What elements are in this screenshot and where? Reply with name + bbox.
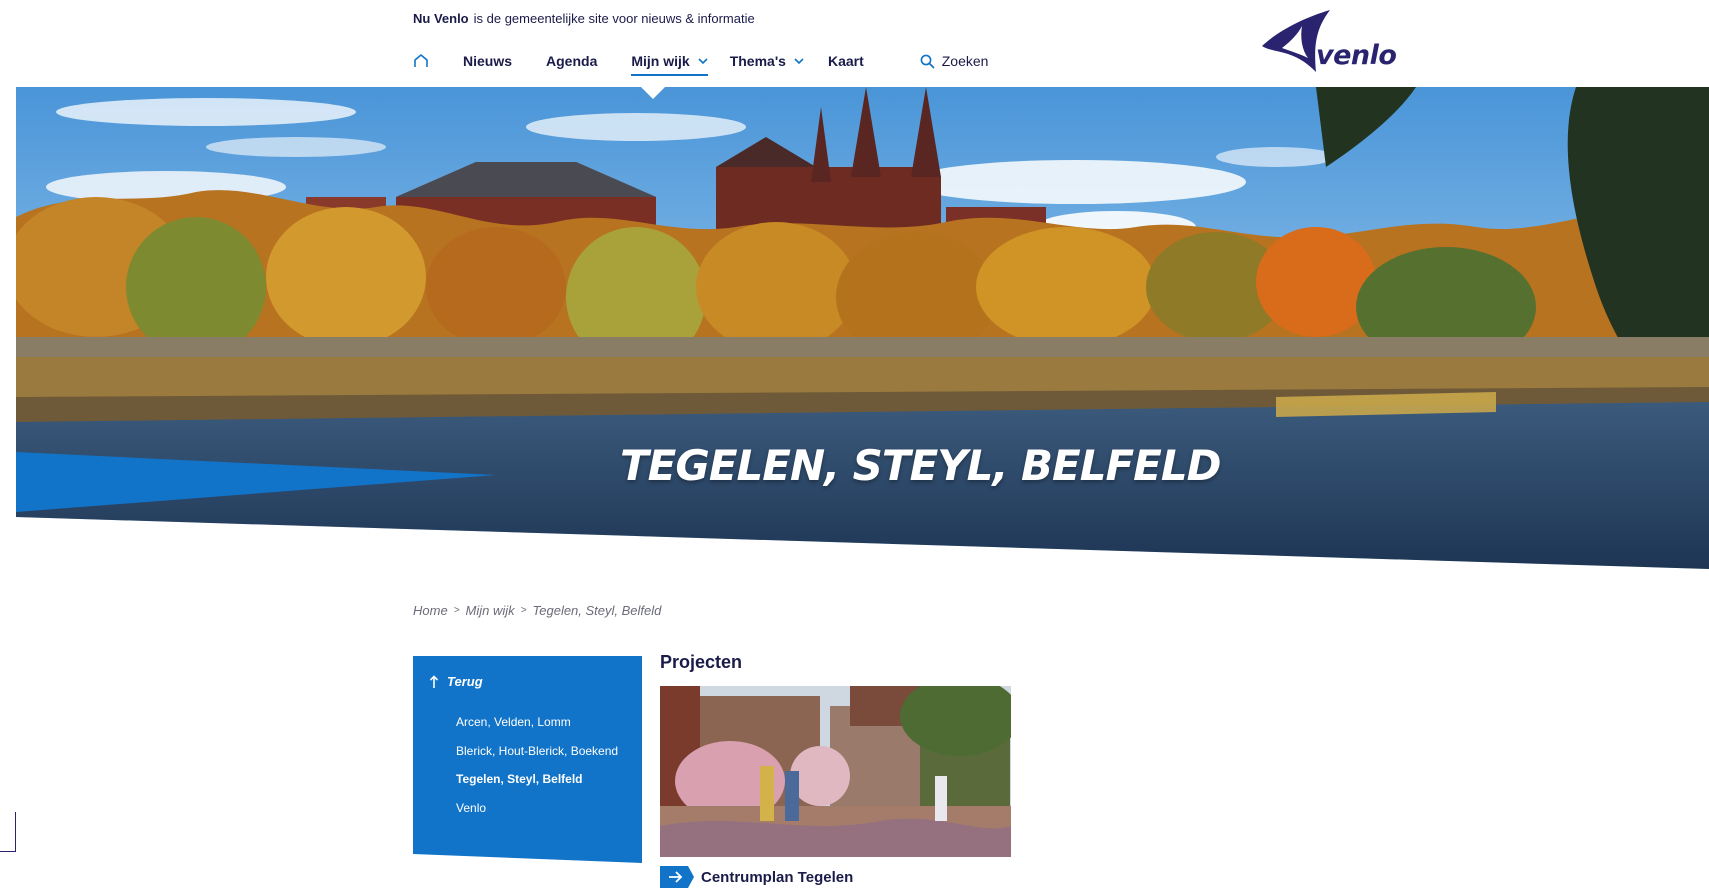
- projects-heading: Projecten: [660, 652, 743, 672]
- breadcrumb: Home > Mijn wijk > Tegelen, Steyl, Belfe…: [413, 603, 661, 618]
- nav-item-nieuws[interactable]: Nieuws: [463, 46, 512, 76]
- nav-label: Nieuws: [463, 53, 513, 69]
- nav-item-mijn-wijk[interactable]: Mijn wijk: [631, 46, 709, 76]
- sidebar-list: Arcen, Velden, Lomm Blerick, Hout-Bleric…: [456, 715, 618, 829]
- back-arrow-icon: [429, 674, 439, 688]
- page-title: TEGELEN, STEYL, BELFELD: [620, 441, 1221, 490]
- nav-label: Agenda: [546, 53, 598, 69]
- nav-label: Mijn wijk: [631, 53, 690, 69]
- site-tagline: Nu Venlo is de gemeentelijke site voor ni…: [413, 11, 755, 26]
- back-button[interactable]: Terug: [429, 674, 483, 689]
- sidebar-item-arcen[interactable]: Arcen, Velden, Lomm: [456, 715, 618, 744]
- nav-item-agenda[interactable]: Agenda: [546, 46, 597, 76]
- project-link-centrumplan[interactable]: Centrumplan Tegelen: [660, 866, 853, 888]
- nav-item-kaart[interactable]: Kaart: [828, 46, 864, 76]
- project-link-label: Centrumplan Tegelen: [701, 868, 854, 886]
- arrow-right-icon: [660, 866, 694, 888]
- logo-wordmark: venlo: [1316, 40, 1397, 71]
- search-icon: [920, 54, 935, 68]
- chevron-right-icon: >: [520, 605, 527, 616]
- tagline-text: is de gemeentelijke site voor nieuws & i…: [473, 11, 755, 26]
- nav-label: Thema's: [729, 53, 786, 69]
- main-nav: Nieuws Agenda Mijn wijk Thema's Kaart Zo…: [413, 46, 1022, 76]
- breadcrumb-current: Tegelen, Steyl, Belfeld: [532, 603, 662, 618]
- sidebar-item-tegelen[interactable]: Tegelen, Steyl, Belfeld: [456, 772, 618, 801]
- sidebar-item-venlo[interactable]: Venlo: [456, 801, 618, 830]
- breadcrumb-home[interactable]: Home: [413, 603, 448, 618]
- hero-banner: [16, 87, 1709, 569]
- breadcrumb-mijn-wijk[interactable]: Mijn wijk: [466, 603, 515, 618]
- edge-bracket-decoration: [0, 812, 16, 852]
- nav-home[interactable]: [413, 46, 429, 76]
- hero-photo: [16, 87, 1709, 569]
- chevron-down-icon: [794, 57, 804, 65]
- nav-label: Kaart: [827, 53, 864, 69]
- project-photo: [660, 686, 1011, 857]
- back-label: Terug: [447, 674, 483, 689]
- project-image[interactable]: [660, 686, 1011, 857]
- sidebar-item-blerick[interactable]: Blerick, Hout-Blerick, Boekend: [456, 744, 618, 773]
- nav-item-themas[interactable]: Thema's: [730, 46, 804, 76]
- search-button[interactable]: Zoeken: [920, 46, 989, 76]
- sidebar-nav: Terug Arcen, Velden, Lomm Blerick, Hout-…: [413, 656, 642, 863]
- nav-active-indicator: [641, 87, 665, 99]
- search-label: Zoeken: [941, 53, 989, 69]
- chevron-down-icon: [698, 57, 708, 65]
- brand-name: Nu Venlo: [413, 11, 469, 26]
- chevron-right-icon: >: [453, 605, 460, 616]
- home-icon: [414, 54, 428, 67]
